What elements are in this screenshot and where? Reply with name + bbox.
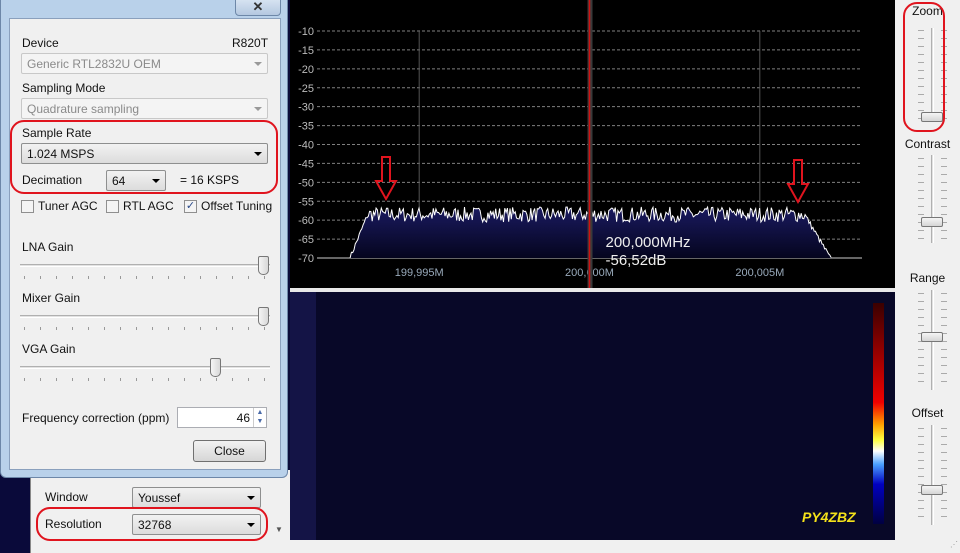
close-icon[interactable]: ✕: [235, 0, 281, 16]
spin-buttons[interactable]: ▲ ▼: [253, 408, 266, 427]
down-arrow-annotation-icon: [786, 159, 810, 205]
vga-gain-track[interactable]: [20, 366, 270, 369]
y-tick-label: -45: [298, 158, 314, 170]
device-select[interactable]: Generic RTL2832U OEM: [21, 53, 268, 74]
mixer-gain-label: Mixer Gain: [22, 291, 81, 305]
lna-gain-label: LNA Gain: [22, 240, 74, 254]
checkmark-icon: ✓: [185, 200, 196, 212]
chevron-down-icon: [254, 107, 262, 111]
display-controls-panel: Zoom Contrast Range Offset ⋰: [895, 0, 960, 553]
window-select[interactable]: Youssef: [132, 487, 261, 508]
x-tick-label: 200,005M: [735, 267, 784, 279]
rtl-sdr-controller-dialog: ✕ Device R820T Generic RTL2832U OEM Samp…: [0, 0, 288, 478]
range-slider-thumb[interactable]: [921, 332, 943, 342]
waterfall-color-gradient: [873, 303, 884, 524]
vga-gain-slider-thumb[interactable]: [210, 358, 221, 377]
mixer-gain-track[interactable]: [20, 315, 270, 318]
waterfall-display[interactable]: [290, 292, 895, 540]
highlight-zoom: [903, 2, 945, 132]
callsign-watermark: PY4ZBZ: [802, 509, 856, 525]
chevron-down-icon: [254, 62, 262, 66]
tuner-agc-label: Tuner AGC: [38, 199, 98, 213]
contrast-ticks: [941, 158, 947, 240]
spin-down-icon[interactable]: ▼: [254, 417, 266, 426]
mixer-gain-slider-thumb[interactable]: [258, 307, 269, 326]
tuner-type: R820T: [232, 36, 269, 50]
vga-gain-ticks: [24, 378, 269, 381]
offset-slider-track[interactable]: [931, 425, 934, 525]
offset-ticks: [941, 428, 947, 523]
status-bar: [290, 540, 895, 553]
y-tick-label: -50: [298, 177, 314, 189]
sampling-mode-label: Sampling Mode: [22, 81, 106, 95]
spectrum-chart: -10 -15 -20 -25 -30 -35 -40 -45 -50 -55 -60 -65 -70 1…: [298, 0, 862, 288]
contrast-slider-thumb[interactable]: [921, 217, 943, 227]
contrast-label: Contrast: [904, 137, 951, 151]
device-label: Device: [22, 36, 59, 50]
tuner-agc-checkbox[interactable]: [21, 200, 34, 213]
y-tick-label: -70: [298, 253, 314, 265]
y-tick-label: -65: [298, 234, 314, 246]
cursor-frequency: 200,000MHz: [606, 234, 691, 251]
offset-tuning-label: Offset Tuning: [201, 199, 273, 213]
y-tick-label: -25: [298, 83, 314, 95]
contrast-slider-track[interactable]: [931, 155, 934, 243]
spin-up-icon[interactable]: ▲: [254, 408, 266, 417]
window-value: Youssef: [138, 491, 181, 505]
device-value: Generic RTL2832U OEM: [27, 57, 161, 71]
y-tick-label: -40: [298, 140, 314, 152]
sampling-mode-select[interactable]: Quadrature sampling: [21, 98, 268, 119]
lna-gain-track[interactable]: [20, 264, 270, 267]
chevron-down-icon: [247, 496, 255, 500]
cursor-level: -56,52dB: [606, 252, 667, 269]
close-button[interactable]: Close: [193, 440, 266, 462]
offset-label: Offset: [911, 406, 944, 420]
freq-correction-label: Frequency correction (ppm): [22, 411, 170, 425]
offset-tuning-checkbox[interactable]: ✓: [184, 200, 197, 213]
waterfall-margin: [290, 292, 316, 540]
vga-gain-label: VGA Gain: [22, 342, 76, 356]
y-tick-label: -30: [298, 102, 314, 114]
x-tick-label: 199,995M: [395, 267, 444, 279]
highlight-sample-rate: [10, 120, 278, 194]
y-tick-label: -35: [298, 121, 314, 133]
rtl-agc-checkbox[interactable]: [106, 200, 119, 213]
lna-gain-ticks: [24, 276, 269, 279]
y-tick-label: -55: [298, 196, 314, 208]
window-label: Window: [45, 490, 88, 504]
rtl-agc-label: RTL AGC: [123, 199, 174, 213]
y-tick-label: -15: [298, 45, 314, 57]
offset-slider-thumb[interactable]: [921, 485, 943, 495]
offset-ticks: [918, 428, 924, 523]
resize-grip-icon[interactable]: ⋰: [950, 540, 958, 549]
fft-settings-panel: Window Youssef Resolution 32768 ▼: [30, 470, 290, 553]
y-tick-label: -20: [298, 64, 314, 76]
spectrum-analyzer[interactable]: -10 -15 -20 -25 -30 -35 -40 -45 -50 -55 -60 -65 -70 1…: [290, 0, 895, 288]
mixer-gain-ticks: [24, 327, 269, 330]
dialog-body: Device R820T Generic RTL2832U OEM Sampli…: [9, 18, 281, 470]
sampling-mode-value: Quadrature sampling: [27, 102, 140, 116]
highlight-resolution: [36, 507, 268, 541]
scroll-down-icon[interactable]: ▼: [275, 525, 283, 534]
y-tick-label: -60: [298, 215, 314, 227]
lna-gain-slider-thumb[interactable]: [258, 256, 269, 275]
contrast-ticks: [918, 158, 924, 240]
range-label: Range: [909, 271, 946, 285]
y-tick-label: -10: [298, 26, 314, 38]
